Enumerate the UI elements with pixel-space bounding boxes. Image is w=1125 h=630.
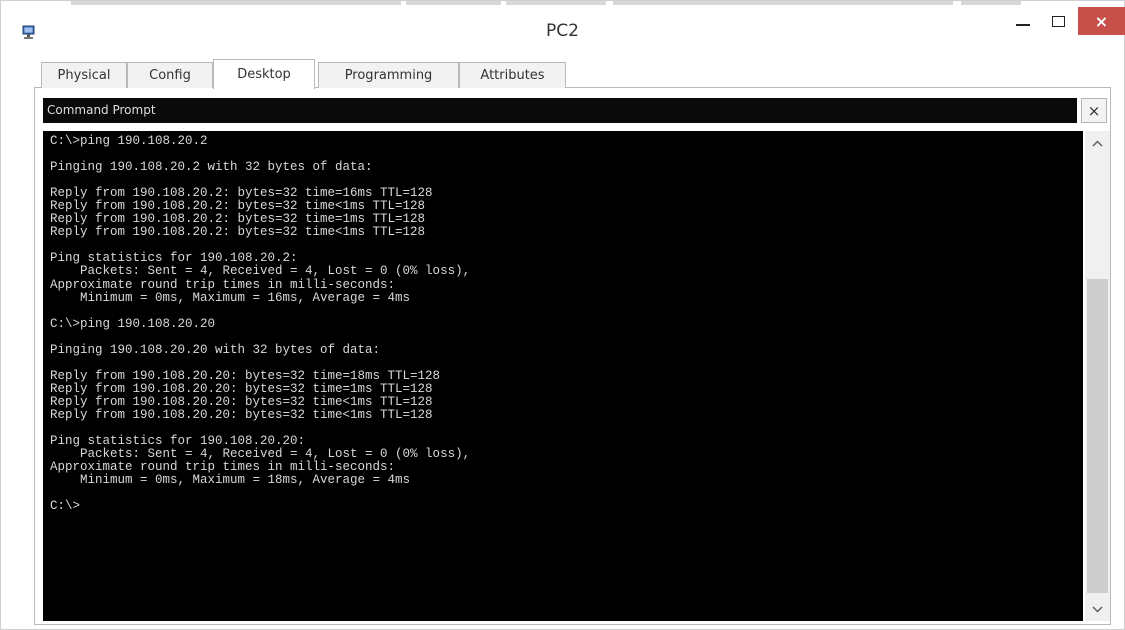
- title-bar-strip: [961, 1, 1021, 5]
- tab-label: Desktop: [237, 67, 291, 82]
- pc2-window: PC2 × Physical Config Desktop Programmin…: [0, 0, 1125, 630]
- command-prompt-header: Command Prompt: [43, 98, 1077, 123]
- tab-label: Config: [149, 68, 191, 83]
- command-prompt-title: Command Prompt: [47, 103, 156, 117]
- scroll-down-button[interactable]: [1085, 599, 1110, 619]
- title-bar[interactable]: PC2 ×: [1, 1, 1125, 51]
- title-bar-strip: [613, 1, 953, 5]
- tab-desktop[interactable]: Desktop: [213, 59, 315, 89]
- tab-config[interactable]: Config: [127, 62, 213, 88]
- terminal-line: Pinging 190.108.20.2 with 32 bytes of da…: [50, 160, 373, 175]
- close-icon: ×: [1094, 11, 1109, 31]
- scroll-up-button[interactable]: [1085, 133, 1110, 153]
- tab-label: Programming: [344, 68, 433, 83]
- terminal-line: Reply from 190.108.20.20: bytes=32 time<…: [50, 407, 433, 422]
- terminal-line: Pinging 190.108.20.20 with 32 bytes of d…: [50, 342, 381, 357]
- minimize-button[interactable]: [1006, 7, 1040, 35]
- terminal-line: Packets: Sent = 4, Received = 4, Lost = …: [50, 264, 471, 279]
- terminal-line: Reply from 190.108.20.2: bytes=32 time<1…: [50, 225, 426, 240]
- title-bar-strip: [406, 1, 501, 5]
- maximize-button[interactable]: [1041, 7, 1075, 35]
- window-title: PC2: [546, 21, 579, 41]
- title-bar-strip: [71, 1, 401, 5]
- close-icon: ×: [1087, 101, 1101, 120]
- terminal-line: C:\>: [50, 499, 81, 514]
- terminal-line: Reply from 190.108.20.20: bytes=32 time=…: [50, 381, 433, 396]
- terminal-line: Approximate round trip times in milli-se…: [50, 277, 396, 292]
- terminal-line: Minimum = 0ms, Maximum = 18ms, Average =…: [50, 473, 411, 488]
- tab-physical[interactable]: Physical: [41, 62, 127, 88]
- terminal-line: C:\>ping 190.108.20.20: [50, 316, 216, 331]
- terminal-line: Minimum = 0ms, Maximum = 16ms, Average =…: [50, 290, 411, 305]
- chevron-down-icon: [1092, 605, 1103, 613]
- terminal-line: C:\>ping 190.108.20.2: [50, 134, 208, 148]
- chevron-up-icon: [1092, 139, 1103, 147]
- close-button[interactable]: ×: [1078, 7, 1125, 35]
- command-prompt-close-button[interactable]: ×: [1081, 98, 1107, 123]
- tab-label: Physical: [57, 68, 111, 83]
- terminal-lines: C:\>ping 190.108.20.2 Pinging 190.108.20.…: [43, 131, 1083, 513]
- scrollbar-thumb[interactable]: [1087, 279, 1108, 593]
- maximize-icon: [1051, 15, 1065, 27]
- tab-label: Attributes: [480, 68, 545, 83]
- minimize-icon: [1016, 16, 1030, 26]
- title-bar-strip: [506, 1, 606, 5]
- vertical-scrollbar[interactable]: [1085, 131, 1110, 621]
- tab-programming[interactable]: Programming: [318, 62, 459, 88]
- terminal-line: Reply from 190.108.20.20: bytes=32 time=…: [50, 368, 441, 383]
- terminal-output[interactable]: C:\>ping 190.108.20.2 Pinging 190.108.20.…: [43, 131, 1083, 621]
- tab-attributes[interactable]: Attributes: [459, 62, 566, 88]
